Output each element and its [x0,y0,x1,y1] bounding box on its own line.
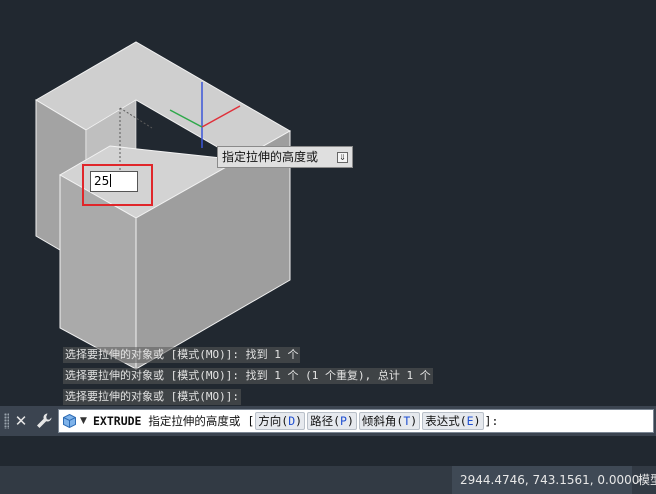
option-path[interactable]: 路径(P) [307,412,357,430]
command-prompt-text: 指定拉伸的高度或 [148,414,241,428]
status-bar: 2944.4746, 743.1561, 0.0000 模型 [0,466,656,494]
model-space-tab[interactable]: 模型 [634,466,656,494]
drawing-viewport[interactable]: 指定拉伸的高度或 ⇓ 25 选择要拉伸的对象或 [模式(MO)]: 找到 1 个… [0,0,656,406]
history-line: 选择要拉伸的对象或 [模式(MO)]: 找到 1 个 (1 个重复), 总计 1… [63,368,433,384]
text-caret [110,174,112,187]
option-taper-angle[interactable]: 倾斜角(T) [358,412,421,430]
command-prompt: EXTRUDE 指定拉伸的高度或 [方向(D) 路径(P) 倾斜角(T) 表达式(E)… [93,410,498,432]
command-bar: ✕ ▼ EXTRUDE 指定拉伸的高度或 [方向(D) 路径(P) 倾斜角(T) 表达… [0,406,656,436]
history-line: 选择要拉伸的对象或 [模式(MO)]: [63,389,241,405]
command-input[interactable]: ▼ EXTRUDE 指定拉伸的高度或 [方向(D) 路径(P) 倾斜角(T) 表达式(… [58,409,654,433]
wrench-icon[interactable] [35,412,53,430]
option-open-bracket: [ [247,414,255,428]
history-line: 选择要拉伸的对象或 [模式(MO)]: 找到 1 个 [63,347,301,363]
command-tooltip: 指定拉伸的高度或 ⇓ [217,146,353,168]
download-arrow-icon[interactable]: ⇓ [337,152,348,163]
drag-handle[interactable] [4,413,9,429]
option-direction[interactable]: 方向(D) [255,412,306,430]
chevron-down-icon[interactable]: ▼ [80,410,87,432]
coordinate-readout[interactable]: 2944.4746, 743.1561, 0.0000 [452,466,639,494]
height-value: 25 [94,174,110,188]
command-name: EXTRUDE [93,414,142,428]
option-close-bracket: ]: [484,414,499,428]
extrude-height-input[interactable]: 25 [90,171,138,192]
option-expression[interactable]: 表达式(E) [422,412,484,430]
cube-icon[interactable] [63,414,76,428]
close-icon[interactable]: ✕ [14,412,28,430]
tooltip-text: 指定拉伸的高度或 [222,150,319,164]
